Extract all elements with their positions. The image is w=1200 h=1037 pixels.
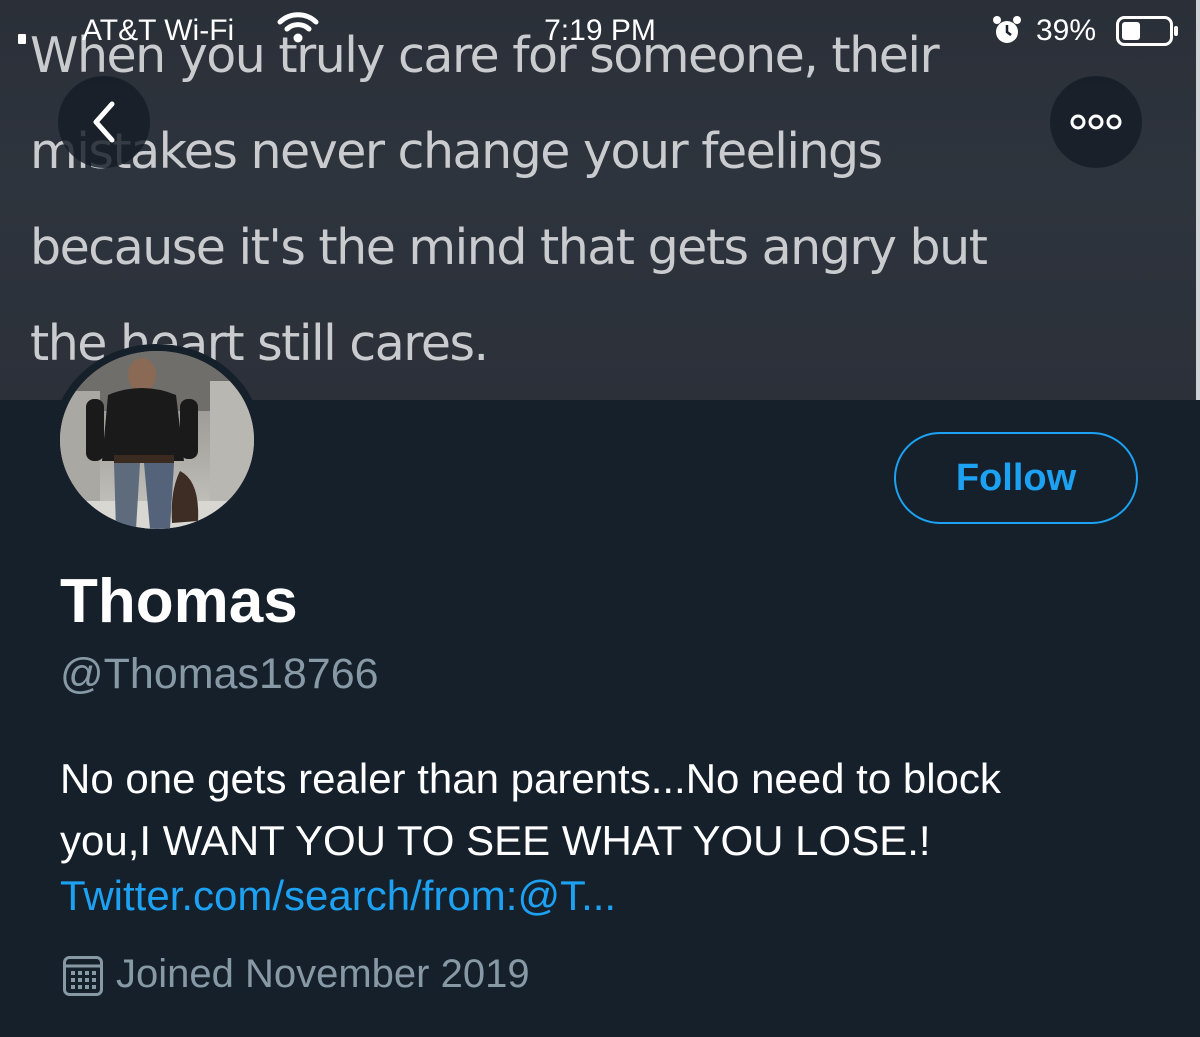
back-button[interactable] (58, 76, 150, 168)
chevron-left-icon (93, 101, 115, 143)
banner-quote-text: When you truly care for someone, their m… (30, 27, 988, 372)
display-name: Thomas (60, 567, 298, 636)
joined-date-label: Joined November 2019 (116, 952, 530, 996)
more-options-button[interactable] (1050, 76, 1142, 168)
status-bar: AT&T Wi-Fi 7:19 PM 39% (0, 0, 1200, 62)
profile-bio: No one gets realer than parents...No nee… (60, 755, 1001, 864)
calendar-icon (63, 955, 103, 996)
avatar-ring[interactable] (52, 344, 262, 536)
profile-bio-link[interactable]: Twitter.com/search/from:@T... (60, 872, 616, 920)
user-handle: @Thomas18766 (60, 650, 379, 698)
alarm-icon (993, 16, 1021, 43)
more-horizontal-icon (1070, 114, 1122, 130)
avatar[interactable] (60, 351, 254, 529)
battery-percent: 39% (1036, 14, 1097, 47)
joined-date-row: Joined November 2019 (62, 952, 530, 997)
battery-icon (1116, 16, 1178, 46)
avatar-photo (60, 351, 254, 529)
follow-button[interactable]: Follow (894, 432, 1138, 524)
